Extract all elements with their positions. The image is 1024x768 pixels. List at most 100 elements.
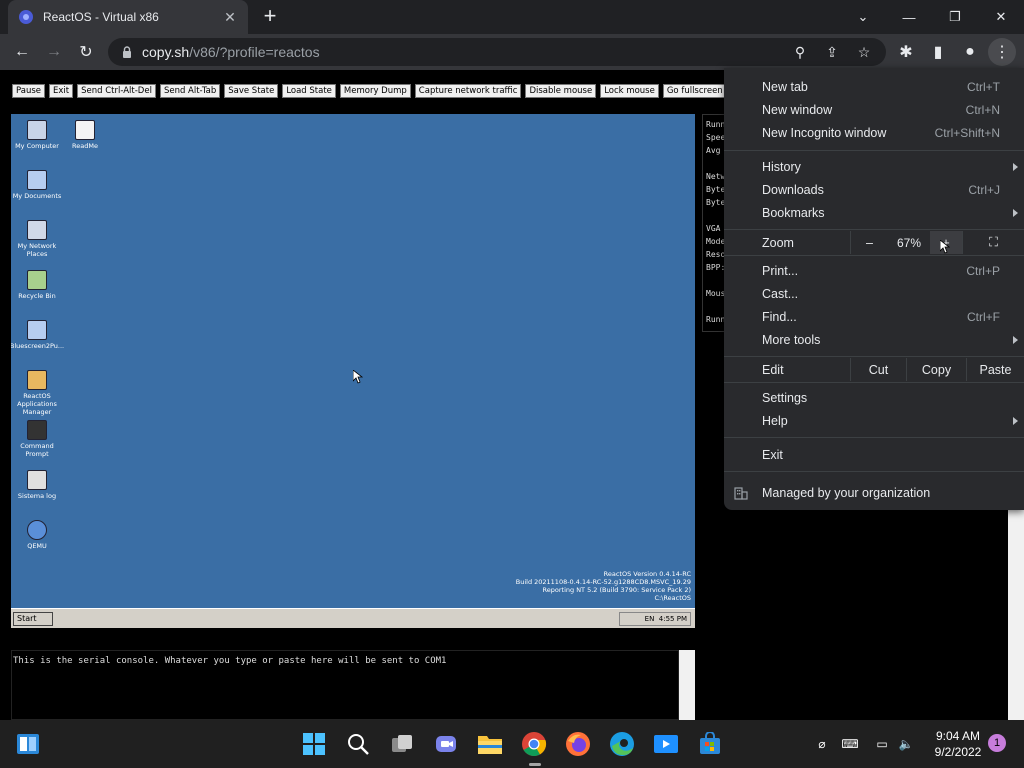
v86-control-button[interactable]: Load State [282,84,336,98]
desktop-icon[interactable]: Bluescreen2Pu... [11,320,65,350]
menu-downloads[interactable]: Downloads Ctrl+J [724,178,1024,201]
menu-shortcut: Ctrl+F [967,309,1000,324]
menu-print[interactable]: Print... Ctrl+P [724,259,1024,282]
desktop-icon-label: My Network Places [17,242,57,258]
desktop-icon[interactable]: My Documents [11,170,65,200]
v86-button-bar: Pause Exit Send Ctrl-Alt-Del Send Alt-Tab Sa… [12,84,752,100]
tab-search-icon[interactable]: ⌄ [840,0,886,34]
notification-badge[interactable]: 1 [988,734,1006,752]
desktop-icon[interactable]: ReactOS Applications Manager [11,370,65,416]
version-line: C:\ReactOS [654,594,692,602]
zoom-out-button[interactable]: – [850,231,888,254]
version-line: Build 20211108-0.4.14-RC-52.g1288CD8.MSV… [515,578,691,586]
menu-find[interactable]: Find... Ctrl+F [724,305,1024,328]
v86-control-button[interactable]: Send Alt-Tab [159,84,221,98]
menu-settings[interactable]: Settings [724,386,1024,409]
serial-scrollbar[interactable] [679,650,695,720]
desktop-icon-label: Sistema log [17,492,57,500]
lock-icon [123,46,131,58]
profile-avatar-icon[interactable]: ● [956,38,984,66]
zoom-magnifier-icon[interactable]: ⚲ [790,42,810,62]
keyboard-icon[interactable]: ⌨ [840,734,860,754]
v86-control-button[interactable]: Capture network traffic [414,84,522,98]
share-icon[interactable]: ⇪ [822,42,842,62]
video-editor-icon[interactable] [652,730,680,758]
windows-start-icon[interactable] [300,730,328,758]
desktop-icon[interactable]: ReadMe [57,120,113,150]
menu-cast[interactable]: Cast... [724,282,1024,305]
file-explorer-icon[interactable] [476,730,504,758]
chrome-icon[interactable] [520,730,548,758]
folder-icon [27,320,47,340]
desktop-icon[interactable]: Sistema log [11,470,65,500]
microsoft-store-icon[interactable] [696,730,724,758]
reactos-favicon-icon [19,10,33,24]
desktop-icon[interactable]: Command Prompt [11,420,65,458]
v86-control-button[interactable]: Save State [224,84,279,98]
menu-new-tab[interactable]: New tab Ctrl+T [724,75,1024,98]
firefox-icon[interactable] [564,730,592,758]
side-panel-icon[interactable]: ▮ [924,38,952,66]
v86-control-button[interactable]: Memory Dump [339,84,411,98]
v86-control-button[interactable]: Send Ctrl-Alt-Del [77,84,156,98]
menu-more-tools[interactable]: More tools [724,328,1024,351]
tab-title: ReactOS - Virtual x86 [43,10,159,24]
menu-label: Managed by your organization [762,485,931,500]
fullscreen-icon[interactable]: ⛶ [962,231,1024,254]
menu-bookmarks[interactable]: Bookmarks [724,201,1024,224]
desktop-icon[interactable]: My Network Places [11,220,65,258]
menu-label: New tab [762,79,808,94]
menu-new-window[interactable]: New window Ctrl+N [724,98,1024,121]
v86-control-button[interactable]: Disable mouse [525,84,597,98]
v86-control-button[interactable]: Go fullscreen [662,84,727,98]
edit-cut-button[interactable]: Cut [850,358,906,381]
address-bar[interactable]: copy.sh/v86/?profile=reactos ⚲ ⇪ ☆ [108,38,886,66]
widgets-icon[interactable] [14,730,42,758]
display-icon[interactable]: ▭ [872,734,892,754]
search-icon[interactable] [344,730,372,758]
system-clock[interactable]: 9:04 AM 9/2/2022 [928,728,988,760]
browser-tab[interactable]: ReactOS - Virtual x86 ✕ [8,0,248,34]
desktop-icon[interactable]: QEMU [11,520,65,550]
v86-control-button[interactable]: Exit [49,84,74,98]
forward-button[interactable]: → [40,38,68,66]
reload-button[interactable]: ↻ [72,38,100,66]
clock-date: 9/2/2022 [934,745,982,759]
menu-history[interactable]: History [724,155,1024,178]
reactos-start-button[interactable]: Start [13,612,53,626]
tab-close-icon[interactable]: ✕ [222,9,238,26]
menu-new-incognito[interactable]: New Incognito window Ctrl+Shift+N [724,121,1024,144]
volume-icon[interactable]: 🔈 [896,734,916,754]
v86-control-button[interactable]: Lock mouse [600,84,659,98]
menu-help[interactable]: Help [724,409,1024,432]
bookmark-star-icon[interactable]: ☆ [854,42,874,62]
new-tab-button[interactable]: + [258,5,282,29]
reactos-desktop[interactable]: My Computer ReadMe My Documents My Network … [11,114,695,628]
menu-label: Find... [762,309,797,324]
close-window-button[interactable]: ✕ [978,0,1024,34]
desktop-icon-label: ReactOS Applications Manager [17,392,57,416]
desktop-icon[interactable]: Recycle Bin [11,270,65,300]
url-path: /v86/?profile=reactos [189,44,320,60]
edit-paste-button[interactable]: Paste [966,358,1024,381]
menu-shortcut: Ctrl+N [965,102,1000,117]
task-view-icon[interactable] [388,730,416,758]
extensions-puzzle-icon[interactable]: ✱ [892,38,920,66]
menu-exit[interactable]: Exit [724,443,1024,466]
menu-managed[interactable]: Managed by your organization [724,481,1024,504]
teams-chat-icon[interactable] [432,730,460,758]
v86-control-button[interactable]: Pause [12,84,45,98]
serial-console[interactable]: This is the serial console. Whatever you… [11,650,679,720]
back-button[interactable]: ← [8,38,36,66]
desktop-icon-label: ReadMe [72,142,98,150]
menu-label: Help [762,413,788,428]
edit-copy-button[interactable]: Copy [906,358,966,381]
restore-button[interactable]: ❐ [932,0,978,34]
menu-separator [724,382,1024,383]
minimize-button[interactable]: — [886,0,932,34]
edge-icon[interactable] [608,730,636,758]
tray-clock: 4:55 PM [658,615,687,623]
network-disconnected-icon[interactable]: ⌀ [812,734,832,754]
tray-language[interactable]: EN [645,615,655,623]
chrome-menu-button[interactable]: ⋮ [988,38,1016,66]
